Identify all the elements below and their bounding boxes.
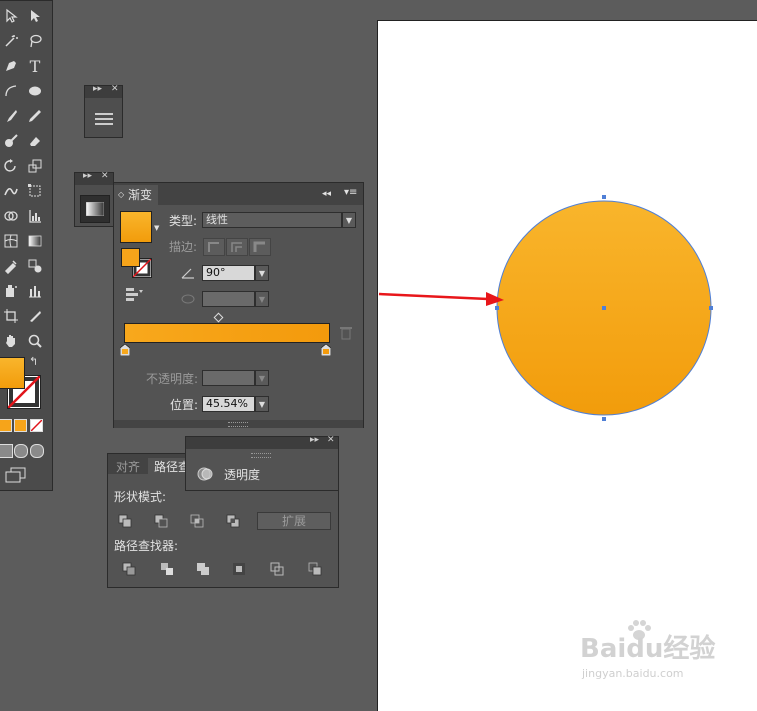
annotation-arrow-shaft: [378, 292, 489, 301]
watermark: Baidu经验 jingyan.baidu.com: [580, 620, 750, 684]
anchor-point-left[interactable]: [495, 306, 499, 310]
anchor-point-top[interactable]: [602, 195, 606, 199]
center-point: [602, 306, 606, 310]
watermark-url: jingyan.baidu.com: [582, 667, 684, 680]
canvas-art: [378, 195, 713, 421]
anchor-point-bottom[interactable]: [602, 417, 606, 421]
watermark-brand: Baidu经验: [580, 634, 716, 664]
anchor-point-right[interactable]: [709, 306, 713, 310]
